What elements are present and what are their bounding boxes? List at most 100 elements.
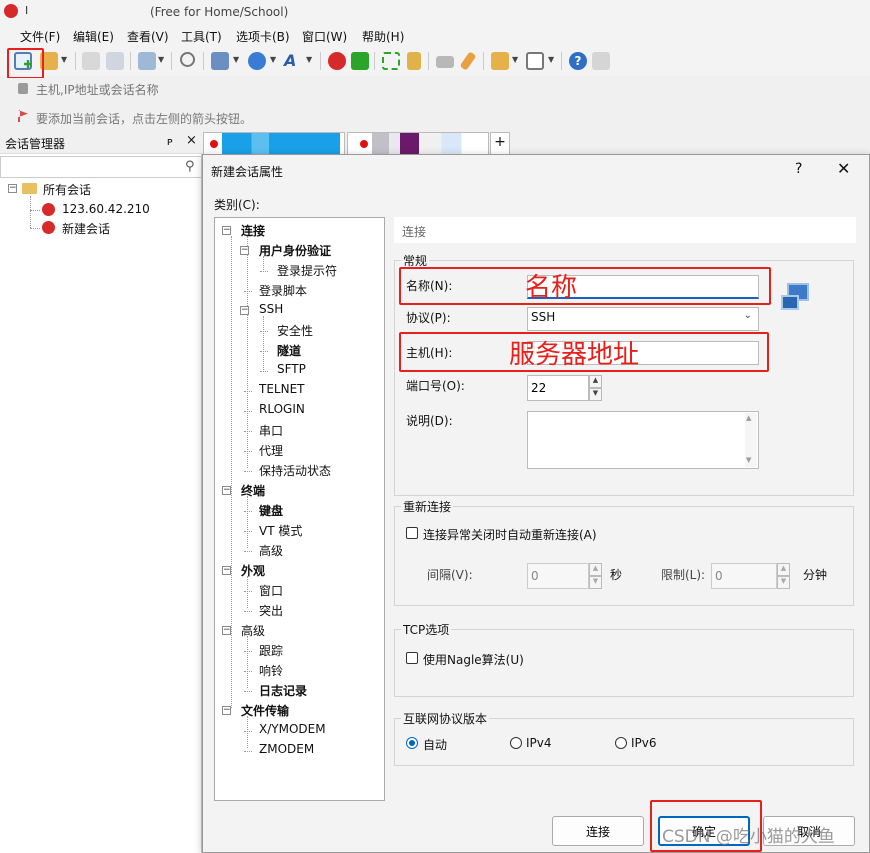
close-icon[interactable]: ×: [186, 133, 197, 148]
properties-icon[interactable]: [138, 52, 156, 70]
category-item[interactable]: 键盘: [259, 502, 283, 519]
category-item[interactable]: VT 模式: [259, 522, 302, 539]
address-input[interactable]: [36, 82, 856, 98]
globe-icon[interactable]: [248, 52, 266, 70]
category-item[interactable]: ZMODEM: [259, 742, 314, 756]
category-item[interactable]: 日志记录: [259, 682, 307, 699]
category-item[interactable]: 登录提示符: [277, 262, 337, 279]
category-item[interactable]: X/YMODEM: [259, 722, 326, 736]
category-item[interactable]: SFTP: [277, 362, 306, 376]
description-textarea[interactable]: [527, 411, 759, 469]
nagle-checkbox[interactable]: [406, 652, 418, 664]
menu-file[interactable]: 文件(F): [20, 28, 60, 45]
category-item[interactable]: 响铃: [259, 662, 283, 679]
category-item[interactable]: 外观: [241, 562, 265, 579]
menu-tools[interactable]: 工具(T): [181, 28, 222, 45]
font-icon[interactable]: A: [284, 52, 302, 70]
limit-spin-down[interactable]: ▼: [777, 576, 790, 589]
chevron-down-icon[interactable]: ▼: [512, 55, 518, 64]
chevron-down-icon[interactable]: ▼: [548, 55, 554, 64]
collapse-icon[interactable]: −: [240, 246, 249, 255]
chevron-down-icon[interactable]: ▼: [158, 55, 164, 64]
category-item[interactable]: 高级: [259, 542, 283, 559]
limit-spin-up[interactable]: ▲: [777, 563, 790, 576]
category-item[interactable]: 突出: [259, 602, 283, 619]
collapse-icon[interactable]: −: [222, 566, 231, 575]
session-tab[interactable]: [347, 132, 489, 154]
pen-icon[interactable]: [459, 51, 477, 71]
collapse-icon[interactable]: −: [222, 626, 231, 635]
nagle-label[interactable]: 使用Nagle算法(U): [423, 651, 524, 668]
chevron-down-icon[interactable]: ▼: [306, 55, 312, 64]
ipv4-radio[interactable]: [510, 737, 522, 749]
category-item[interactable]: 高级: [241, 622, 265, 639]
category-item[interactable]: 连接: [241, 222, 265, 239]
ip-auto-label[interactable]: 自动: [423, 736, 447, 753]
help-icon[interactable]: ?: [569, 52, 587, 70]
connect-button[interactable]: 连接: [552, 816, 644, 846]
close-button[interactable]: ✕: [837, 159, 850, 178]
search-icon[interactable]: ⚲: [185, 159, 195, 174]
ip-auto-radio[interactable]: [406, 737, 418, 749]
collapse-icon[interactable]: −: [222, 226, 231, 235]
interval-input[interactable]: [527, 563, 589, 589]
category-item[interactable]: 登录脚本: [259, 282, 307, 299]
menu-edit[interactable]: 编辑(E): [73, 28, 114, 45]
category-item[interactable]: SSH: [259, 302, 283, 316]
fullscreen-icon[interactable]: [382, 52, 400, 70]
collapse-icon[interactable]: −: [240, 306, 249, 315]
category-item[interactable]: 保持活动状态: [259, 462, 331, 479]
pin-icon[interactable]: ᴘ: [167, 135, 173, 148]
interval-spin-up[interactable]: ▲: [589, 563, 602, 576]
ipv6-radio[interactable]: [615, 737, 627, 749]
unlink-icon[interactable]: [106, 52, 124, 70]
menu-view[interactable]: 查看(V): [127, 28, 169, 45]
tree-root-all-sessions[interactable]: 所有会话: [43, 181, 91, 198]
xshell-icon[interactable]: [328, 52, 346, 70]
category-item[interactable]: 跟踪: [259, 642, 283, 659]
menu-tabs[interactable]: 选项卡(B): [236, 28, 290, 45]
layout-icon[interactable]: [526, 52, 544, 70]
keyboard-icon[interactable]: [436, 56, 454, 68]
category-item[interactable]: 隧道: [277, 342, 301, 359]
category-item[interactable]: 代理: [259, 442, 283, 459]
description-scrollbar[interactable]: ▲ ▼: [745, 413, 757, 467]
session-tab[interactable]: [203, 132, 345, 154]
add-tab-button[interactable]: +: [490, 132, 510, 154]
interval-spin-down[interactable]: ▼: [589, 576, 602, 589]
limit-input[interactable]: [711, 563, 777, 589]
add-tab-icon[interactable]: [491, 52, 509, 70]
search-icon[interactable]: [180, 52, 195, 67]
auto-reconnect-checkbox[interactable]: [406, 527, 418, 539]
category-item[interactable]: 用户身份验证: [259, 242, 331, 259]
category-item[interactable]: RLOGIN: [259, 402, 305, 416]
category-item[interactable]: 串口: [259, 422, 283, 439]
link-icon[interactable]: [82, 52, 100, 70]
chat-icon[interactable]: [592, 52, 610, 70]
protocol-select[interactable]: SSH ⌄: [527, 307, 759, 331]
chevron-down-icon[interactable]: ▼: [233, 55, 239, 64]
lock-icon[interactable]: [407, 52, 421, 70]
ipv4-label[interactable]: IPv4: [526, 736, 552, 750]
transfer-icon[interactable]: [211, 52, 229, 70]
chevron-down-icon[interactable]: ▼: [61, 55, 67, 64]
help-button[interactable]: ?: [795, 161, 802, 177]
menu-help[interactable]: 帮助(H): [362, 28, 404, 45]
collapse-icon[interactable]: −: [8, 184, 17, 193]
menu-window[interactable]: 窗口(W): [302, 28, 347, 45]
category-item[interactable]: 安全性: [277, 322, 313, 339]
collapse-icon[interactable]: −: [222, 486, 231, 495]
category-item[interactable]: 窗口: [259, 582, 283, 599]
port-spin-up[interactable]: ▲: [589, 375, 602, 388]
category-item[interactable]: TELNET: [259, 382, 305, 396]
port-spin-down[interactable]: ▼: [589, 388, 602, 401]
category-item[interactable]: 文件传输: [241, 702, 289, 719]
category-item[interactable]: 终端: [241, 482, 265, 499]
port-input[interactable]: [527, 375, 589, 401]
auto-reconnect-label[interactable]: 连接异常关闭时自动重新连接(A): [423, 526, 597, 543]
xftp-icon[interactable]: [351, 52, 369, 70]
arrow-flag-icon[interactable]: [18, 110, 28, 122]
chevron-down-icon[interactable]: ▼: [270, 55, 276, 64]
session-item[interactable]: 新建会话: [62, 220, 110, 237]
session-item[interactable]: 123.60.42.210: [62, 202, 150, 216]
